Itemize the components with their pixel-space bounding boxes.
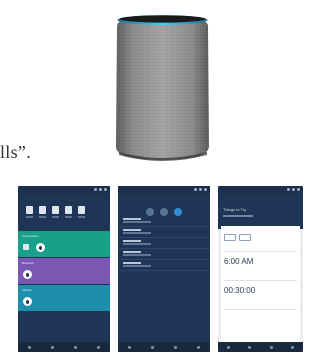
room-card-bedroom[interactable]: Bedroom	[18, 258, 110, 284]
nav-play-icon[interactable]	[74, 345, 77, 349]
chip[interactable]	[239, 234, 251, 241]
nav-play-icon[interactable]	[174, 345, 177, 349]
status-bar	[218, 186, 303, 193]
nav-chat-icon[interactable]	[248, 345, 252, 349]
nav-play-icon[interactable]	[269, 345, 273, 349]
room-card-label: Kitchen	[22, 288, 33, 292]
bottom-nav-bar	[218, 342, 303, 352]
group-icon[interactable]	[65, 206, 72, 214]
nav-chat-icon[interactable]	[151, 345, 154, 349]
room-card-label: Living Room	[22, 234, 39, 238]
filter-icon-active[interactable]	[174, 208, 182, 216]
filter-icon[interactable]	[146, 208, 154, 216]
list-item[interactable]	[118, 238, 210, 249]
alarm-time[interactable]: 6:00 AM	[224, 257, 297, 266]
nav-devices-icon[interactable]	[97, 345, 100, 349]
chip[interactable]	[224, 234, 236, 241]
section-extra	[224, 312, 297, 328]
nav-home-icon[interactable]	[128, 345, 131, 349]
list-item[interactable]	[118, 227, 210, 238]
section-chips	[224, 231, 297, 252]
room-card-living-room[interactable]: Living Room	[18, 231, 110, 257]
room-card-kitchen[interactable]: Kitchen	[18, 285, 110, 311]
section-alarm: 6:00 AM	[224, 254, 297, 281]
bottom-nav-bar	[118, 342, 210, 352]
bottom-nav-bar	[18, 342, 110, 352]
play-button[interactable]	[23, 270, 32, 279]
phone-screen-devices: Living Room Bedroom Kitchen	[18, 186, 110, 352]
list-item[interactable]	[118, 249, 210, 260]
filter-icon[interactable]	[160, 208, 168, 216]
room-card-label: Bedroom	[22, 261, 35, 265]
speaker-icon	[23, 244, 29, 250]
nav-devices-icon[interactable]	[197, 345, 200, 349]
group-icon-row	[18, 200, 110, 214]
play-button[interactable]	[36, 243, 45, 252]
phone-screen-list	[118, 186, 210, 352]
page-title: Things to Try	[223, 207, 247, 212]
nav-home-icon[interactable]	[28, 345, 31, 349]
group-icon[interactable]	[26, 206, 33, 214]
list-item[interactable]	[118, 216, 210, 227]
group-icon[interactable]	[52, 206, 59, 214]
status-bar	[18, 186, 110, 193]
item-list	[118, 216, 210, 271]
timer-value[interactable]: 00:30:00	[224, 286, 297, 295]
list-item[interactable]	[118, 260, 210, 271]
routine-sheet: 6:00 AM 00:30:00	[221, 226, 300, 342]
status-bar	[118, 186, 210, 193]
filter-row	[118, 200, 210, 216]
group-icon[interactable]	[39, 206, 46, 214]
smart-speaker-image	[111, 12, 214, 164]
phone-screen-routine: Things to Try 6:00 AM 00:30:00	[218, 186, 303, 352]
routine-header: Things to Try	[218, 193, 303, 229]
section-timer: 00:30:00	[224, 283, 297, 310]
nav-home-icon[interactable]	[227, 345, 231, 349]
nav-devices-icon[interactable]	[290, 345, 294, 349]
play-button[interactable]	[23, 297, 32, 306]
caption-fragment: lls”.	[0, 142, 31, 162]
group-icon[interactable]	[78, 206, 85, 214]
nav-chat-icon[interactable]	[51, 345, 54, 349]
